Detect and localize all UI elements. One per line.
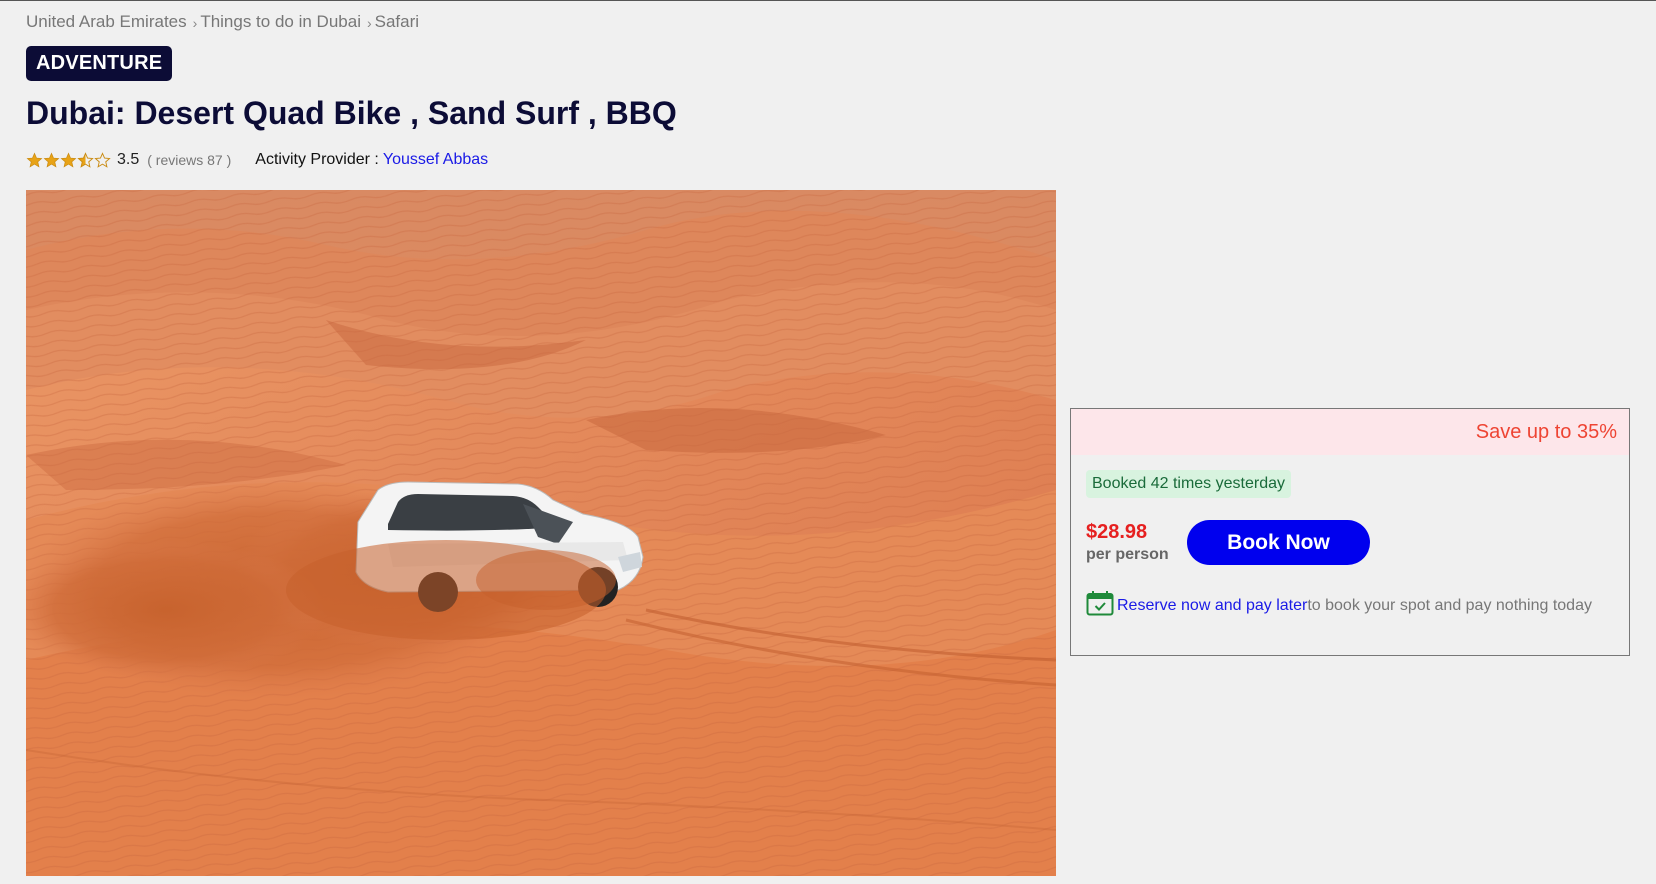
booked-badge: Booked 42 times yesterday: [1086, 470, 1291, 498]
star-full-icon: [60, 152, 77, 168]
booking-card: Save up to 35% Booked 42 times yesterday…: [1070, 408, 1630, 656]
chevron-right-icon: ›: [192, 15, 198, 31]
breadcrumb-item-country[interactable]: United Arab Emirates: [26, 12, 187, 32]
page: United Arab Emirates › Things to do in D…: [0, 0, 1656, 884]
reserve-text: to book your spot and pay nothing today: [1307, 597, 1592, 614]
reserve-link[interactable]: Reserve now and pay later: [1117, 597, 1307, 614]
save-banner: Save up to 35%: [1071, 409, 1629, 455]
breadcrumb: United Arab Emirates › Things to do in D…: [26, 12, 419, 32]
page-title: Dubai: Desert Quad Bike , Sand Surf , BB…: [26, 95, 677, 131]
calendar-check-icon: [1086, 591, 1114, 616]
star-empty-icon: [94, 151, 111, 168]
provider-label: Activity Provider :: [255, 151, 379, 168]
chevron-right-icon: ›: [366, 15, 372, 31]
rating-value: 3.5: [117, 151, 140, 168]
rating-stars: [26, 151, 111, 169]
star-full-icon: [26, 152, 43, 168]
star-full-icon: [43, 152, 60, 168]
review-count[interactable]: ( reviews 87 ): [147, 152, 231, 168]
provider-link[interactable]: Youssef Abbas: [383, 151, 488, 169]
price-block: $28.98 per person: [1086, 521, 1169, 564]
category-badge: ADVENTURE: [26, 46, 173, 81]
breadcrumb-item-city[interactable]: Things to do in Dubai: [200, 12, 361, 32]
star-half-icon: [77, 151, 94, 168]
desert-suv-photo: [26, 190, 1056, 876]
price: $28.98: [1086, 521, 1148, 543]
price-unit: per person: [1086, 546, 1169, 563]
rating-row: 3.5 ( reviews 87 ) Activity Provider : Y…: [26, 151, 488, 169]
breadcrumb-item-category[interactable]: Safari: [375, 12, 419, 32]
save-text: Save up to 35%: [1475, 420, 1617, 443]
book-now-button[interactable]: Book Now: [1187, 520, 1370, 565]
reserve-info: Reserve now and pay laterto book your sp…: [1086, 590, 1606, 617]
hero-image: [26, 190, 1056, 876]
